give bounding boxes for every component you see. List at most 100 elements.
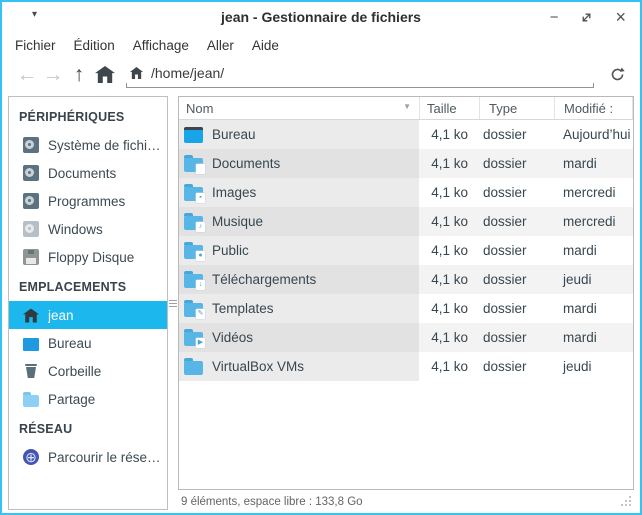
file-row-videos[interactable]: ▶Vidéos4,1 kodossiermardi (179, 323, 633, 352)
file-row-musique[interactable]: ♪Musique4,1 kodossiermercredi (179, 207, 633, 236)
file-size-cell: 4,1 ko (419, 127, 479, 142)
statusbar: 9 éléments, espace libre : 133,8 Go (178, 490, 634, 510)
file-modified-cell: mardi (554, 243, 633, 258)
column-header-nom[interactable]: Nom ▼ (179, 97, 419, 119)
window-title: jean - Gestionnaire de fichiers (2, 9, 640, 25)
file-name-label: Musique (212, 214, 263, 229)
file-type-cell: dossier (479, 214, 554, 229)
file-modified-cell: mardi (554, 156, 633, 171)
file-name-label: Images (212, 185, 256, 200)
file-modified-cell: mardi (554, 330, 633, 345)
splitter-grip-icon (169, 300, 177, 307)
file-name-cell: ● Public (179, 236, 419, 265)
close-button[interactable]: × (615, 8, 626, 26)
sidebar-item-programmes[interactable]: Programmes (9, 187, 167, 215)
file-name-cell: ▶ Vidéos (179, 323, 419, 352)
file-name-cell: VirtualBox VMs (179, 352, 419, 381)
folder-image-emblem-icon: ▪ (196, 193, 205, 203)
file-type-cell: dossier (479, 185, 554, 200)
folder-music-emblem-icon: ♪ (196, 222, 205, 232)
main-pane: Nom ▼ Taille Type Modifié : Bureau4,1 ko… (178, 96, 634, 510)
file-modified-cell: Aujourd’hui (554, 127, 633, 142)
minimize-button[interactable]: − (550, 10, 559, 25)
menu-aller[interactable]: Aller (198, 35, 243, 56)
path-bar[interactable]: /home/jean/ (126, 62, 594, 88)
menu-aide[interactable]: Aide (243, 35, 288, 56)
sidebar-item-parcourir-le-rese[interactable]: Parcourir le rése… (9, 443, 167, 471)
sidebar-item-floppy-disque[interactable]: Floppy Disque (9, 243, 167, 271)
reload-button[interactable] (604, 62, 630, 88)
sidebar-item-label: Documents (48, 166, 116, 181)
file-name-cell: ♪ Musique (179, 207, 419, 236)
file-row-telechargements[interactable]: ↓Téléchargements4,1 kodossierjeudi (179, 265, 633, 294)
toolbar: ← → ↑ /home/jean/ (2, 58, 640, 95)
file-name-label: VirtualBox VMs (212, 359, 304, 374)
folder-video-emblem-icon: ▶ (196, 338, 205, 348)
sidebar-item-label: Corbeille (48, 364, 101, 379)
file-name-label: Vidéos (212, 330, 253, 345)
column-header-type[interactable]: Type (479, 97, 554, 119)
sidebar-item-jean[interactable]: jean (9, 301, 167, 329)
folder-public-icon: ● (184, 245, 203, 259)
file-modified-cell: mercredi (554, 185, 633, 200)
file-name-cell: ↓ Téléchargements (179, 265, 419, 294)
window-controls: − × (550, 2, 626, 32)
file-size-cell: 4,1 ko (419, 214, 479, 229)
menubar: FichierÉditionAffichageAllerAide (2, 32, 640, 58)
sidebar-item-partage[interactable]: Partage (9, 385, 167, 413)
maximize-icon (580, 11, 593, 24)
folder-download-icon: ↓ (184, 274, 203, 288)
sidebar-item-label: Bureau (48, 336, 92, 351)
trash-icon (23, 363, 39, 379)
menu-fichier[interactable]: Fichier (6, 35, 65, 56)
menu-edition[interactable]: Édition (65, 35, 124, 56)
file-size-cell: 4,1 ko (419, 243, 479, 258)
file-row-bureau[interactable]: Bureau4,1 kodossierAujourd’hui (179, 120, 633, 149)
sidebar-section-peripheriques: PÉRIPHÉRIQUES (9, 101, 167, 131)
folder-document-icon (184, 158, 203, 172)
file-row-public[interactable]: ●Public4,1 kodossiermardi (179, 236, 633, 265)
home-button[interactable] (92, 62, 118, 88)
folder-plain-icon (184, 361, 203, 375)
maximize-button[interactable] (580, 11, 593, 24)
forward-button[interactable]: → (40, 62, 66, 88)
file-row-templates[interactable]: ✎Templates4,1 kodossiermardi (179, 294, 633, 323)
menu-affichage[interactable]: Affichage (124, 35, 198, 56)
file-size-cell: 4,1 ko (419, 301, 479, 316)
file-row-virtualbox-vms[interactable]: VirtualBox VMs4,1 kodossierjeudi (179, 352, 633, 381)
sidebar-item-label: jean (48, 308, 74, 323)
file-size-cell: 4,1 ko (419, 185, 479, 200)
pane-splitter[interactable] (168, 96, 178, 510)
status-text: 9 éléments, espace libre : 133,8 Go (181, 496, 363, 508)
file-type-cell: dossier (479, 330, 554, 345)
file-modified-cell: jeudi (554, 359, 633, 374)
sidebar-item-documents[interactable]: Documents (9, 159, 167, 187)
file-name-label: Public (212, 243, 249, 258)
sidebar-item-bureau[interactable]: Bureau (9, 329, 167, 357)
folder-image-icon: ▪ (184, 187, 203, 201)
resize-grip[interactable] (621, 496, 632, 507)
titlebar[interactable]: ▾ jean - Gestionnaire de fichiers − × (2, 2, 640, 32)
column-header-modifie[interactable]: Modifié : (554, 97, 633, 119)
sidebar: PÉRIPHÉRIQUESSystème de fichi… Documents P… (8, 96, 168, 510)
column-header-taille[interactable]: Taille (419, 97, 479, 119)
desktop-icon (184, 127, 203, 143)
file-type-cell: dossier (479, 272, 554, 287)
sidebar-item-windows[interactable]: Windows (9, 215, 167, 243)
file-name-label: Templates (212, 301, 274, 316)
up-icon: ↑ (74, 64, 85, 85)
folder-template-icon: ✎ (184, 303, 203, 317)
back-button[interactable]: ← (14, 62, 40, 88)
sidebar-item-label: Windows (48, 222, 103, 237)
file-type-cell: dossier (479, 301, 554, 316)
file-row-documents[interactable]: Documents4,1 kodossiermardi (179, 149, 633, 178)
file-type-cell: dossier (479, 359, 554, 374)
up-button[interactable]: ↑ (66, 62, 92, 88)
floppy-icon (23, 249, 39, 265)
file-name-label: Téléchargements (212, 272, 316, 287)
file-row-images[interactable]: ▪ Images 4,1 kodossiermercredi (179, 178, 633, 207)
sidebar-item-corbeille[interactable]: Corbeille (9, 357, 167, 385)
content-area: PÉRIPHÉRIQUESSystème de fichi… Documents P… (2, 95, 640, 513)
folder-template-emblem-icon: ✎ (196, 309, 205, 319)
sidebar-item-systeme-de-fichi[interactable]: Système de fichi… (9, 131, 167, 159)
